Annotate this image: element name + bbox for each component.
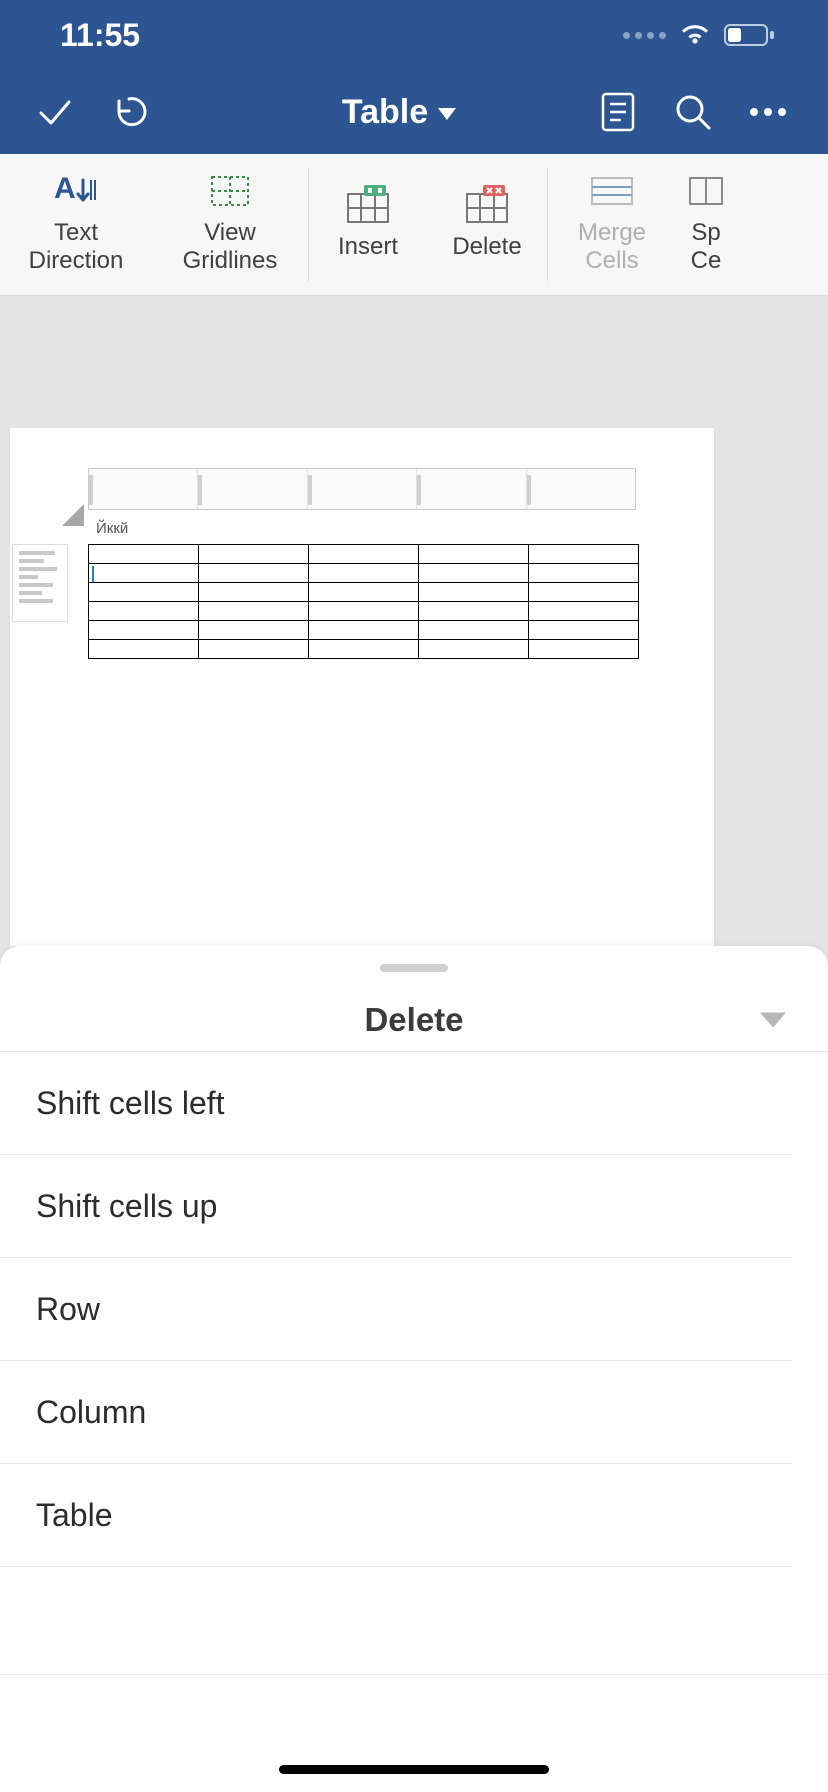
view-gridlines-button[interactable]: View Gridlines bbox=[152, 154, 308, 295]
page-thumbnail[interactable] bbox=[12, 544, 68, 622]
option-row[interactable]: Row bbox=[0, 1258, 792, 1361]
option-column[interactable]: Column bbox=[0, 1361, 792, 1464]
app-header: Table bbox=[0, 70, 828, 154]
merge-cells-label: Merge Cells bbox=[578, 219, 646, 275]
caret-down-icon bbox=[438, 108, 456, 120]
text-direction-label: Text Direction bbox=[29, 219, 124, 275]
svg-text:A: A bbox=[54, 172, 76, 205]
undo-button[interactable] bbox=[94, 77, 164, 147]
text-direction-icon: A bbox=[50, 171, 102, 211]
sheet-grabber[interactable] bbox=[380, 964, 448, 972]
cellular-dots-icon bbox=[623, 32, 666, 39]
view-gridlines-icon bbox=[204, 171, 256, 211]
document-canvas[interactable]: Йккй bbox=[0, 296, 828, 946]
tab-dropdown[interactable]: Table bbox=[210, 93, 588, 132]
search-button[interactable] bbox=[663, 77, 722, 147]
sheet-spacer bbox=[0, 1595, 828, 1675]
ruler-indent-icon[interactable] bbox=[62, 504, 84, 526]
merge-cells-icon bbox=[586, 171, 638, 211]
delete-button[interactable]: Delete bbox=[427, 154, 547, 295]
delete-sheet: Delete Shift cells left Shift cells up R… bbox=[0, 946, 828, 1792]
status-time: 11:55 bbox=[60, 17, 140, 54]
option-shift-cells-left[interactable]: Shift cells left bbox=[0, 1052, 792, 1155]
insert-label: Insert bbox=[338, 233, 398, 261]
delete-label: Delete bbox=[452, 233, 521, 261]
merge-cells-button[interactable]: Merge Cells bbox=[548, 154, 676, 295]
document-table[interactable] bbox=[88, 544, 639, 659]
text-cursor bbox=[92, 566, 94, 582]
battery-icon bbox=[724, 22, 776, 48]
sheet-header[interactable]: Delete bbox=[0, 988, 828, 1052]
split-cells-icon bbox=[680, 171, 732, 211]
insert-button[interactable]: Insert bbox=[309, 154, 427, 295]
delete-table-icon bbox=[461, 185, 513, 225]
done-button[interactable] bbox=[20, 77, 90, 147]
split-cells-button[interactable]: Sp Ce bbox=[676, 154, 736, 295]
document-text: Йккй bbox=[96, 520, 128, 537]
home-indicator[interactable] bbox=[279, 1765, 549, 1774]
option-shift-cells-up[interactable]: Shift cells up bbox=[0, 1155, 792, 1258]
wifi-icon bbox=[680, 23, 710, 47]
status-right bbox=[623, 22, 776, 48]
page: Йккй bbox=[10, 428, 714, 946]
tab-title: Table bbox=[342, 93, 428, 132]
read-mode-button[interactable] bbox=[588, 77, 647, 147]
text-direction-button[interactable]: A Text Direction bbox=[0, 154, 152, 295]
split-cells-label: Sp Ce bbox=[691, 219, 722, 275]
ribbon: A Text Direction View Gridlines Insert D… bbox=[0, 154, 828, 296]
view-gridlines-label: View Gridlines bbox=[183, 219, 278, 275]
more-button[interactable] bbox=[739, 77, 798, 147]
status-bar: 11:55 bbox=[0, 0, 828, 70]
option-table[interactable]: Table bbox=[0, 1464, 792, 1567]
sheet-title: Delete bbox=[364, 1001, 463, 1039]
chevron-down-icon bbox=[760, 1012, 786, 1027]
insert-table-icon bbox=[342, 185, 394, 225]
ruler[interactable] bbox=[88, 468, 636, 510]
